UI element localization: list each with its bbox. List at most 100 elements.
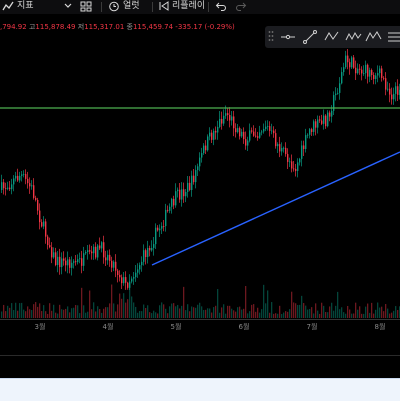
volume-bar bbox=[113, 303, 115, 318]
volume-bar bbox=[179, 308, 181, 318]
candle-body bbox=[21, 174, 23, 176]
candle-body bbox=[161, 226, 163, 229]
zigzag-pattern-icon[interactable] bbox=[345, 28, 363, 46]
candle-body bbox=[283, 147, 285, 149]
volume-bar bbox=[295, 303, 297, 318]
candle-body bbox=[373, 75, 375, 79]
time-axis-labels: 3월 4월 5월 6월 7월 8월 bbox=[35, 322, 386, 331]
volume-bar bbox=[329, 306, 331, 318]
volume-bar bbox=[253, 304, 255, 318]
volume-bar bbox=[391, 312, 393, 318]
volume-bar bbox=[169, 306, 171, 318]
candle-body bbox=[13, 178, 15, 185]
candle-body bbox=[383, 77, 385, 79]
volume-bar bbox=[195, 307, 197, 318]
candle-body bbox=[9, 187, 11, 190]
candle-body bbox=[235, 128, 237, 133]
volume-bar bbox=[281, 313, 283, 318]
candle-body bbox=[81, 258, 83, 266]
candle-body bbox=[219, 118, 221, 127]
volume-bar bbox=[17, 310, 19, 318]
candle-body bbox=[251, 130, 253, 132]
candle-body bbox=[135, 272, 137, 278]
volume-bar bbox=[277, 313, 279, 318]
candle-body bbox=[397, 86, 399, 95]
elliott-wave-icon[interactable] bbox=[365, 28, 383, 46]
parallel-channel-icon[interactable] bbox=[385, 28, 400, 46]
volume-bar bbox=[347, 305, 349, 318]
volume-bar bbox=[349, 309, 351, 318]
candle-body bbox=[149, 247, 151, 251]
candle-body bbox=[71, 262, 73, 268]
volume-bar bbox=[75, 304, 77, 318]
candle-body bbox=[191, 175, 193, 191]
candle-body bbox=[221, 118, 223, 124]
volume-bar bbox=[79, 313, 81, 318]
candle-body bbox=[375, 75, 377, 79]
volume-bar bbox=[123, 293, 125, 318]
volume-bar bbox=[395, 306, 397, 318]
volume-bar bbox=[25, 311, 27, 318]
candle-body bbox=[381, 68, 383, 78]
volume-bar bbox=[263, 284, 265, 318]
volume-bar bbox=[21, 302, 23, 318]
candle-body bbox=[349, 62, 351, 68]
candle-body bbox=[123, 277, 125, 284]
candle-body bbox=[385, 78, 387, 90]
candle-body bbox=[201, 153, 203, 158]
candle-body bbox=[145, 250, 147, 258]
volume-bar bbox=[71, 308, 73, 318]
volume-bar bbox=[145, 307, 147, 318]
candle-body bbox=[153, 244, 155, 248]
volume-bar bbox=[333, 310, 335, 318]
volume-bar bbox=[61, 309, 63, 318]
candle-body bbox=[99, 245, 101, 249]
horizontal-ray-icon[interactable] bbox=[279, 28, 297, 46]
candle-body bbox=[377, 73, 379, 76]
volume-bar bbox=[31, 310, 33, 318]
candle-body bbox=[115, 261, 117, 271]
volume-bar bbox=[185, 310, 187, 318]
candle-body bbox=[327, 112, 329, 127]
candle-body bbox=[253, 131, 255, 136]
candle-body bbox=[257, 136, 259, 138]
volume-bar bbox=[353, 313, 355, 318]
volume-bar bbox=[191, 306, 193, 318]
volume-bar bbox=[227, 305, 229, 318]
candle-body bbox=[141, 261, 143, 266]
candle-body bbox=[299, 158, 301, 163]
volume-bar bbox=[77, 305, 79, 318]
volume-bar bbox=[35, 302, 37, 318]
volume-bar bbox=[293, 302, 295, 318]
candle-body bbox=[195, 170, 197, 183]
volume-bar bbox=[385, 303, 387, 318]
candle-body bbox=[147, 247, 149, 258]
candle-body bbox=[95, 246, 97, 258]
price-chart[interactable]: 3월 4월 5월 6월 7월 8월 bbox=[0, 0, 400, 400]
volume-bar bbox=[205, 309, 207, 318]
candle-body bbox=[105, 257, 107, 261]
volume-bar bbox=[331, 302, 333, 318]
volume-bar bbox=[339, 309, 341, 318]
volume-bar bbox=[223, 304, 225, 318]
volume-bar bbox=[231, 308, 233, 318]
volume-bar bbox=[371, 302, 373, 318]
candle-body bbox=[51, 247, 53, 258]
trend-line-icon[interactable] bbox=[301, 28, 319, 46]
candle-body bbox=[339, 83, 341, 93]
volume-bar bbox=[373, 313, 375, 318]
volume-bar bbox=[255, 311, 257, 318]
path-tool-icon[interactable] bbox=[323, 28, 341, 46]
candle-body bbox=[315, 121, 317, 128]
candle-body bbox=[243, 131, 245, 140]
drag-handle[interactable] bbox=[268, 29, 274, 45]
volume-bar bbox=[303, 303, 305, 318]
candle-body bbox=[341, 72, 343, 84]
candle-body bbox=[97, 245, 99, 258]
volume-bar bbox=[193, 307, 195, 318]
volume-bar bbox=[315, 303, 317, 318]
volume-bar bbox=[389, 313, 391, 318]
volume-bar bbox=[235, 311, 237, 318]
candle-body bbox=[67, 259, 69, 266]
volume-bar bbox=[37, 306, 39, 318]
